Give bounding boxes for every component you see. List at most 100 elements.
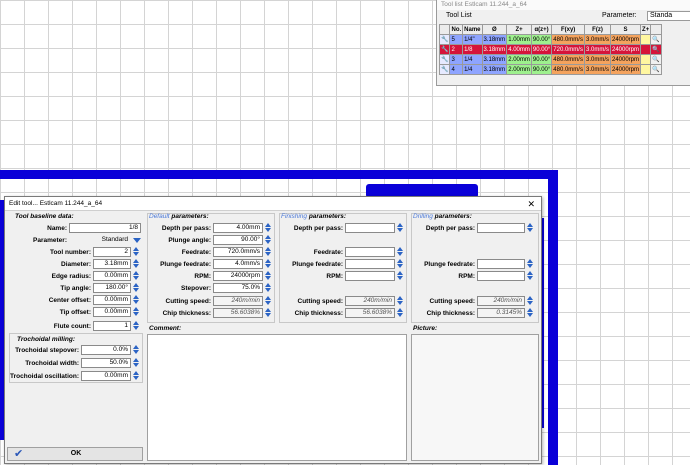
rpm-field[interactable]: 24000rpm (213, 271, 263, 281)
spinner-icon[interactable] (397, 271, 404, 281)
cad-outline-right (548, 170, 558, 465)
dropdown-arrow-icon[interactable] (133, 235, 141, 245)
column-header[interactable] (438, 24, 451, 35)
trochoidal-stepover-field[interactable]: 0.0% (81, 345, 131, 355)
tool-number-field[interactable]: 2 (93, 247, 131, 257)
tool-extra (640, 64, 652, 75)
column-header[interactable]: F(xy) (551, 24, 585, 35)
spinner-icon[interactable] (265, 247, 272, 257)
spinner-icon[interactable] (133, 321, 140, 331)
drilling-rpm-field[interactable] (477, 271, 525, 281)
plunge-angle-field[interactable]: 90.00° (213, 235, 263, 245)
spinner-icon[interactable] (133, 371, 140, 381)
spinner-icon[interactable] (133, 259, 140, 269)
flute-count-field[interactable]: 1 (93, 321, 131, 331)
finishing-feedrate-field[interactable] (345, 247, 395, 257)
diameter-field[interactable]: 3.18mm (93, 259, 131, 269)
column-header[interactable]: α(z+) (530, 24, 553, 35)
spinner-icon[interactable] (397, 296, 404, 306)
wrench-icon[interactable]: 🔧 (438, 64, 451, 75)
spinner-icon[interactable] (265, 223, 272, 233)
search-icon[interactable]: 🔍 (650, 64, 662, 75)
depth-per-pass-label: Depth per pass: (161, 225, 211, 232)
tool-s: 24000rpm (609, 44, 642, 55)
finishing-depth-field[interactable] (345, 223, 395, 233)
column-header[interactable]: Z+ (640, 24, 652, 35)
finishing-rpm-field[interactable] (345, 271, 395, 281)
search-icon[interactable]: 🔍 (650, 44, 662, 55)
wrench-icon[interactable]: 🔧 (438, 34, 451, 45)
feedrate-field[interactable]: 720.0mm/s (213, 247, 263, 257)
close-icon[interactable]: ✕ (527, 197, 535, 211)
spinner-icon[interactable] (133, 307, 140, 317)
depth-per-pass-field[interactable]: 4.00mm (213, 223, 263, 233)
column-header[interactable]: No. (449, 24, 464, 35)
finishing-plunge-feedrate-field[interactable] (345, 259, 395, 269)
tip-angle-field[interactable]: 180.00° (93, 283, 131, 293)
trochoidal-oscillation-field[interactable]: 0.00mm (81, 371, 131, 381)
spinner-icon[interactable] (265, 271, 272, 281)
tool-list-parameter-select[interactable]: Standa (647, 11, 690, 21)
ok-button[interactable]: ✔ OK (7, 447, 143, 461)
spinner-icon[interactable] (133, 283, 140, 293)
name-label: Name: (47, 225, 67, 232)
table-row[interactable]: 🔧 5 1/4" 3.18mm 1.00mm 90.00° 480.0mm/s … (438, 34, 662, 45)
spinner-icon[interactable] (527, 223, 534, 233)
spinner-icon[interactable] (265, 296, 272, 306)
dialog-title: Edit tool... Estlcam 11.244_a_64 (9, 200, 103, 207)
table-row[interactable]: 🔧 3 1/4 3.18mm 2.00mm 90.00° 480.0mm/s 3… (438, 54, 662, 65)
chip-thickness-label: Chip thickness: (162, 310, 211, 317)
trochoidal-width-field[interactable]: 50.0% (81, 358, 131, 368)
spinner-icon[interactable] (133, 271, 140, 281)
tool-extra (640, 54, 652, 65)
tool-fz: 3.0mm/s (583, 34, 612, 45)
dialog-titlebar[interactable]: Edit tool... Estlcam 11.244_a_64 ✕ (5, 197, 541, 211)
column-header[interactable]: F(z) (583, 24, 612, 35)
column-header[interactable]: Ø (481, 24, 508, 35)
spinner-icon[interactable] (265, 308, 272, 318)
tool-diameter: 3.18mm (481, 64, 508, 75)
spinner-icon[interactable] (527, 271, 534, 281)
tool-number-label: Tool number: (49, 249, 91, 256)
stepover-field[interactable]: 75.0% (213, 283, 263, 293)
drilling-plunge-feedrate-field[interactable] (477, 259, 525, 269)
column-header[interactable]: Z+ (506, 24, 532, 35)
spinner-icon[interactable] (397, 247, 404, 257)
spinner-icon[interactable] (133, 358, 140, 368)
tool-angle: 90.00° (530, 64, 553, 75)
name-field[interactable]: 1/8 (69, 223, 141, 233)
spinner-icon[interactable] (133, 247, 140, 257)
default-params-header: Default parameters: (149, 213, 209, 220)
drilling-depth-field[interactable] (477, 223, 525, 233)
spinner-icon[interactable] (397, 259, 404, 269)
spinner-icon[interactable] (265, 235, 272, 245)
spinner-icon[interactable] (265, 283, 272, 293)
spinner-icon[interactable] (397, 223, 404, 233)
table-row[interactable]: 🔧 4 1/4 3.18mm 2.00mm 90.00° 480.0mm/s 3… (438, 64, 662, 75)
search-icon[interactable]: 🔍 (650, 34, 662, 45)
tool-list-title: Tool list Estlcam 11.244_a_64 (437, 0, 690, 10)
tip-offset-field[interactable]: 0.00mm (93, 307, 131, 317)
comment-textarea[interactable] (147, 334, 407, 461)
edit-tool-dialog: Edit tool... Estlcam 11.244_a_64 ✕ Tool … (4, 196, 542, 464)
table-row-selected[interactable]: 🔧 2 1/8 3.18mm 4.00mm 90.00° 720.0mm/s 3… (438, 44, 662, 55)
finishing-chip-thickness-field: 56.6038% (345, 308, 395, 318)
column-header[interactable]: S (609, 24, 642, 35)
flute-count-label: Flute count: (53, 323, 91, 330)
tool-list-toolbar: Tool List Parameter: Standa (437, 10, 690, 23)
spinner-icon[interactable] (133, 295, 140, 305)
wrench-icon[interactable]: 🔧 (438, 44, 451, 55)
spinner-icon[interactable] (527, 308, 534, 318)
edge-radius-field[interactable]: 0.00mm (93, 271, 131, 281)
wrench-icon[interactable]: 🔧 (438, 54, 451, 65)
spinner-icon[interactable] (265, 259, 272, 269)
parameter-select[interactable]: Standard (69, 235, 131, 245)
spinner-icon[interactable] (527, 259, 534, 269)
column-header[interactable]: Name (462, 24, 483, 35)
search-icon[interactable]: 🔍 (650, 54, 662, 65)
spinner-icon[interactable] (527, 296, 534, 306)
center-offset-field[interactable]: 0.00mm (93, 295, 131, 305)
spinner-icon[interactable] (133, 345, 140, 355)
plunge-feedrate-field[interactable]: 4.0mm/s (213, 259, 263, 269)
spinner-icon[interactable] (397, 308, 404, 318)
